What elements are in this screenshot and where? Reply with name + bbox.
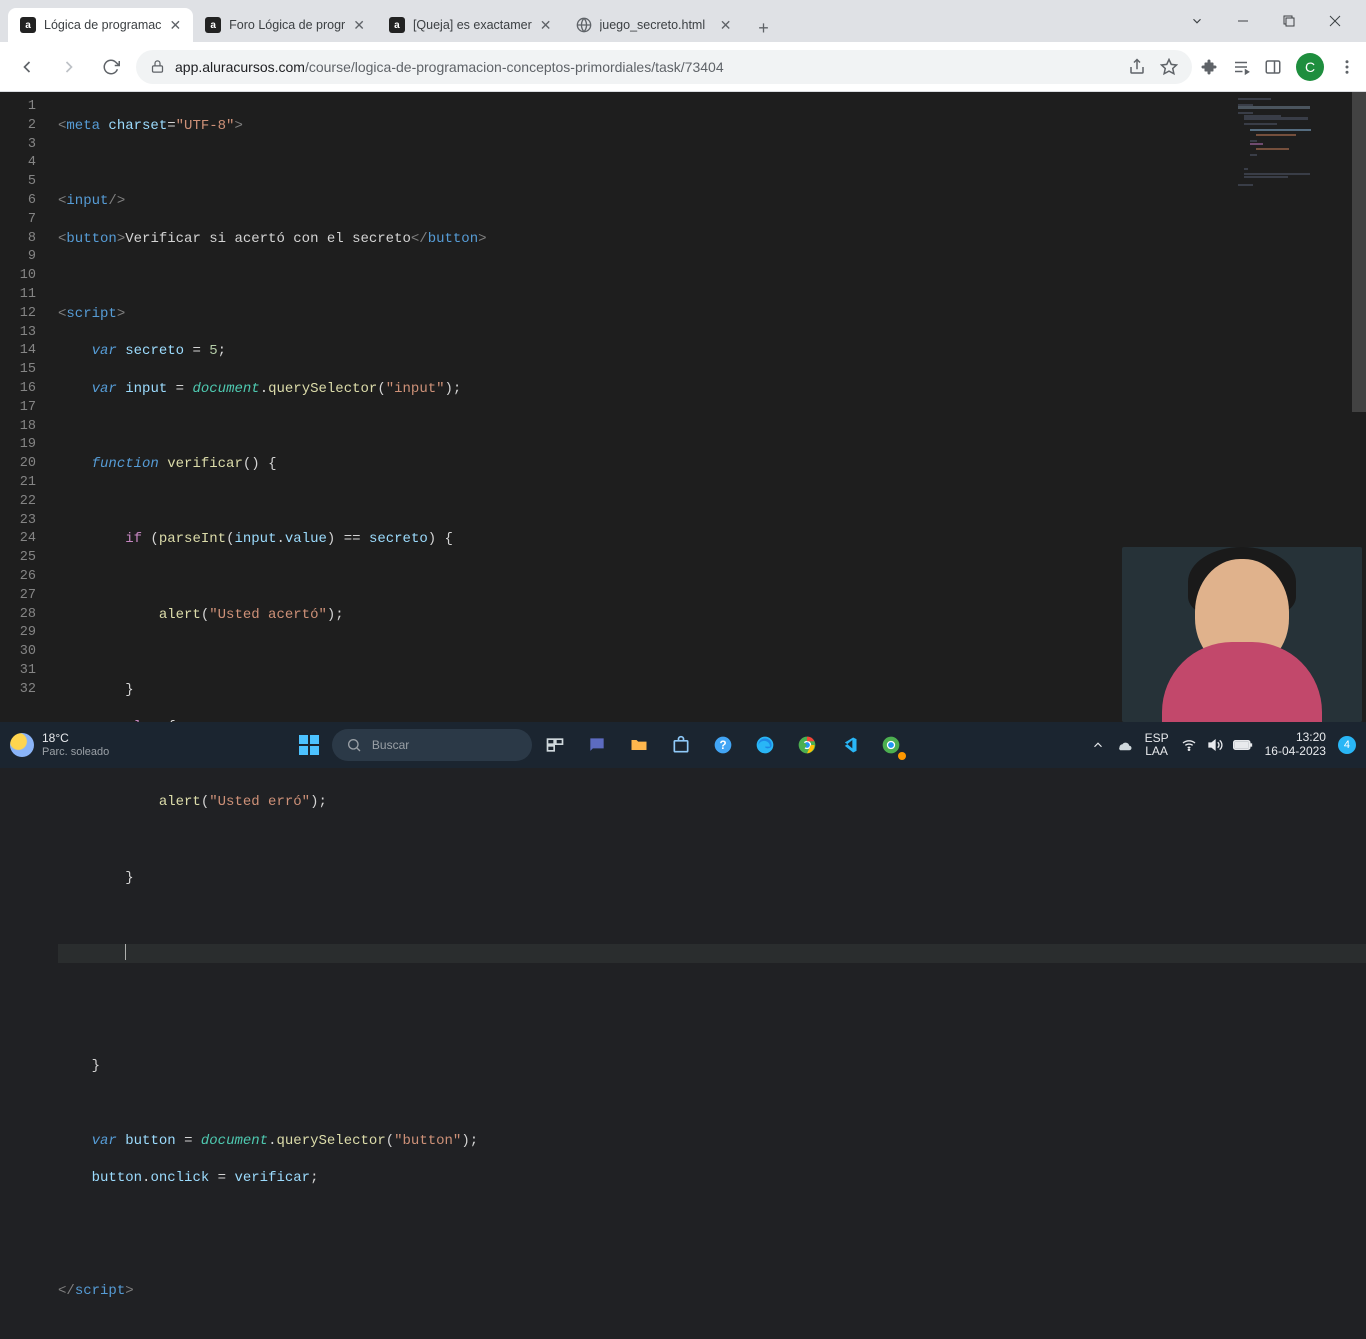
minimize-button[interactable] [1220,5,1266,37]
tab-title: Lógica de programac [44,18,161,32]
menu-icon[interactable] [1338,58,1356,76]
new-tab-button[interactable]: + [750,14,778,42]
forward-button[interactable] [52,50,86,84]
weather-temp: 18°C [42,732,109,746]
scrollbar-thumb[interactable] [1352,92,1366,412]
windows-taskbar: 18°C Parc. soleado Buscar ? ESP LAA [0,722,1366,768]
share-icon[interactable] [1128,58,1146,76]
star-icon[interactable] [1160,58,1178,76]
explorer-icon[interactable] [620,726,658,764]
tab-title: Foro Lógica de progr [229,18,345,32]
chrome-dev-icon[interactable] [872,726,910,764]
extensions-icon[interactable] [1200,58,1218,76]
back-button[interactable] [10,50,44,84]
minimap[interactable] [1238,98,1348,178]
globe-icon [576,17,592,33]
window-controls [1174,0,1358,42]
wifi-icon[interactable] [1181,737,1197,753]
chevron-down-icon[interactable] [1174,5,1220,37]
chevron-up-icon[interactable] [1091,738,1105,752]
weather-widget[interactable]: 18°C Parc. soleado [10,732,109,758]
start-button[interactable] [290,726,328,764]
close-window-button[interactable] [1312,5,1358,37]
line-gutter: 1234567891011121314151617181920212223242… [0,92,50,722]
vscode-icon[interactable] [830,726,868,764]
text-cursor [125,944,126,960]
browser-toolbar: app.aluracursos.com/course/logica-de-pro… [0,42,1366,92]
close-icon[interactable]: ✕ [540,18,552,32]
tab-4[interactable]: juego_secreto.html ✕ [564,8,744,42]
address-bar[interactable]: app.aluracursos.com/course/logica-de-pro… [136,50,1192,84]
side-panel-icon[interactable] [1264,58,1282,76]
clock[interactable]: 13:20 16-04-2023 [1265,731,1326,759]
lock-icon [150,59,165,74]
volume-icon[interactable] [1207,737,1223,753]
profile-avatar[interactable]: C [1296,53,1324,81]
chat-icon[interactable] [578,726,616,764]
chrome-icon[interactable] [788,726,826,764]
search-placeholder: Buscar [372,738,409,752]
tab-3[interactable]: a [Queja] es exactamer ✕ [377,8,564,42]
browser-tabstrip: a Lógica de programac ✕ a Foro Lógica de… [0,0,1366,42]
store-icon[interactable] [662,726,700,764]
tab-2[interactable]: a Foro Lógica de progr ✕ [193,8,377,42]
battery-icon[interactable] [1233,739,1253,751]
edge-icon[interactable] [746,726,784,764]
tab-1[interactable]: a Lógica de programac ✕ [8,8,193,42]
language-indicator[interactable]: ESP LAA [1145,732,1169,758]
search-icon [346,737,362,753]
alura-favicon: a [20,17,36,33]
close-icon[interactable]: ✕ [169,18,181,32]
weather-desc: Parc. soleado [42,746,109,759]
taskbar-search[interactable]: Buscar [332,729,532,761]
maximize-button[interactable] [1266,5,1312,37]
svg-text:?: ? [719,739,726,752]
close-icon[interactable]: ✕ [720,18,732,32]
url-text: app.aluracursos.com/course/logica-de-pro… [175,59,724,75]
media-icon[interactable] [1232,58,1250,76]
alura-favicon: a [389,17,405,33]
onedrive-icon[interactable] [1115,736,1133,754]
tab-title: [Queja] es exactamer [413,18,532,32]
webcam-overlay [1122,547,1362,722]
help-icon[interactable]: ? [704,726,742,764]
alura-favicon: a [205,17,221,33]
task-view-icon[interactable] [536,726,574,764]
tab-title: juego_secreto.html [600,18,712,32]
close-icon[interactable]: ✕ [353,18,365,32]
code-editor[interactable]: 1234567891011121314151617181920212223242… [0,92,1366,722]
weather-icon [10,733,34,757]
reload-button[interactable] [94,50,128,84]
notification-badge[interactable]: 4 [1338,736,1356,754]
